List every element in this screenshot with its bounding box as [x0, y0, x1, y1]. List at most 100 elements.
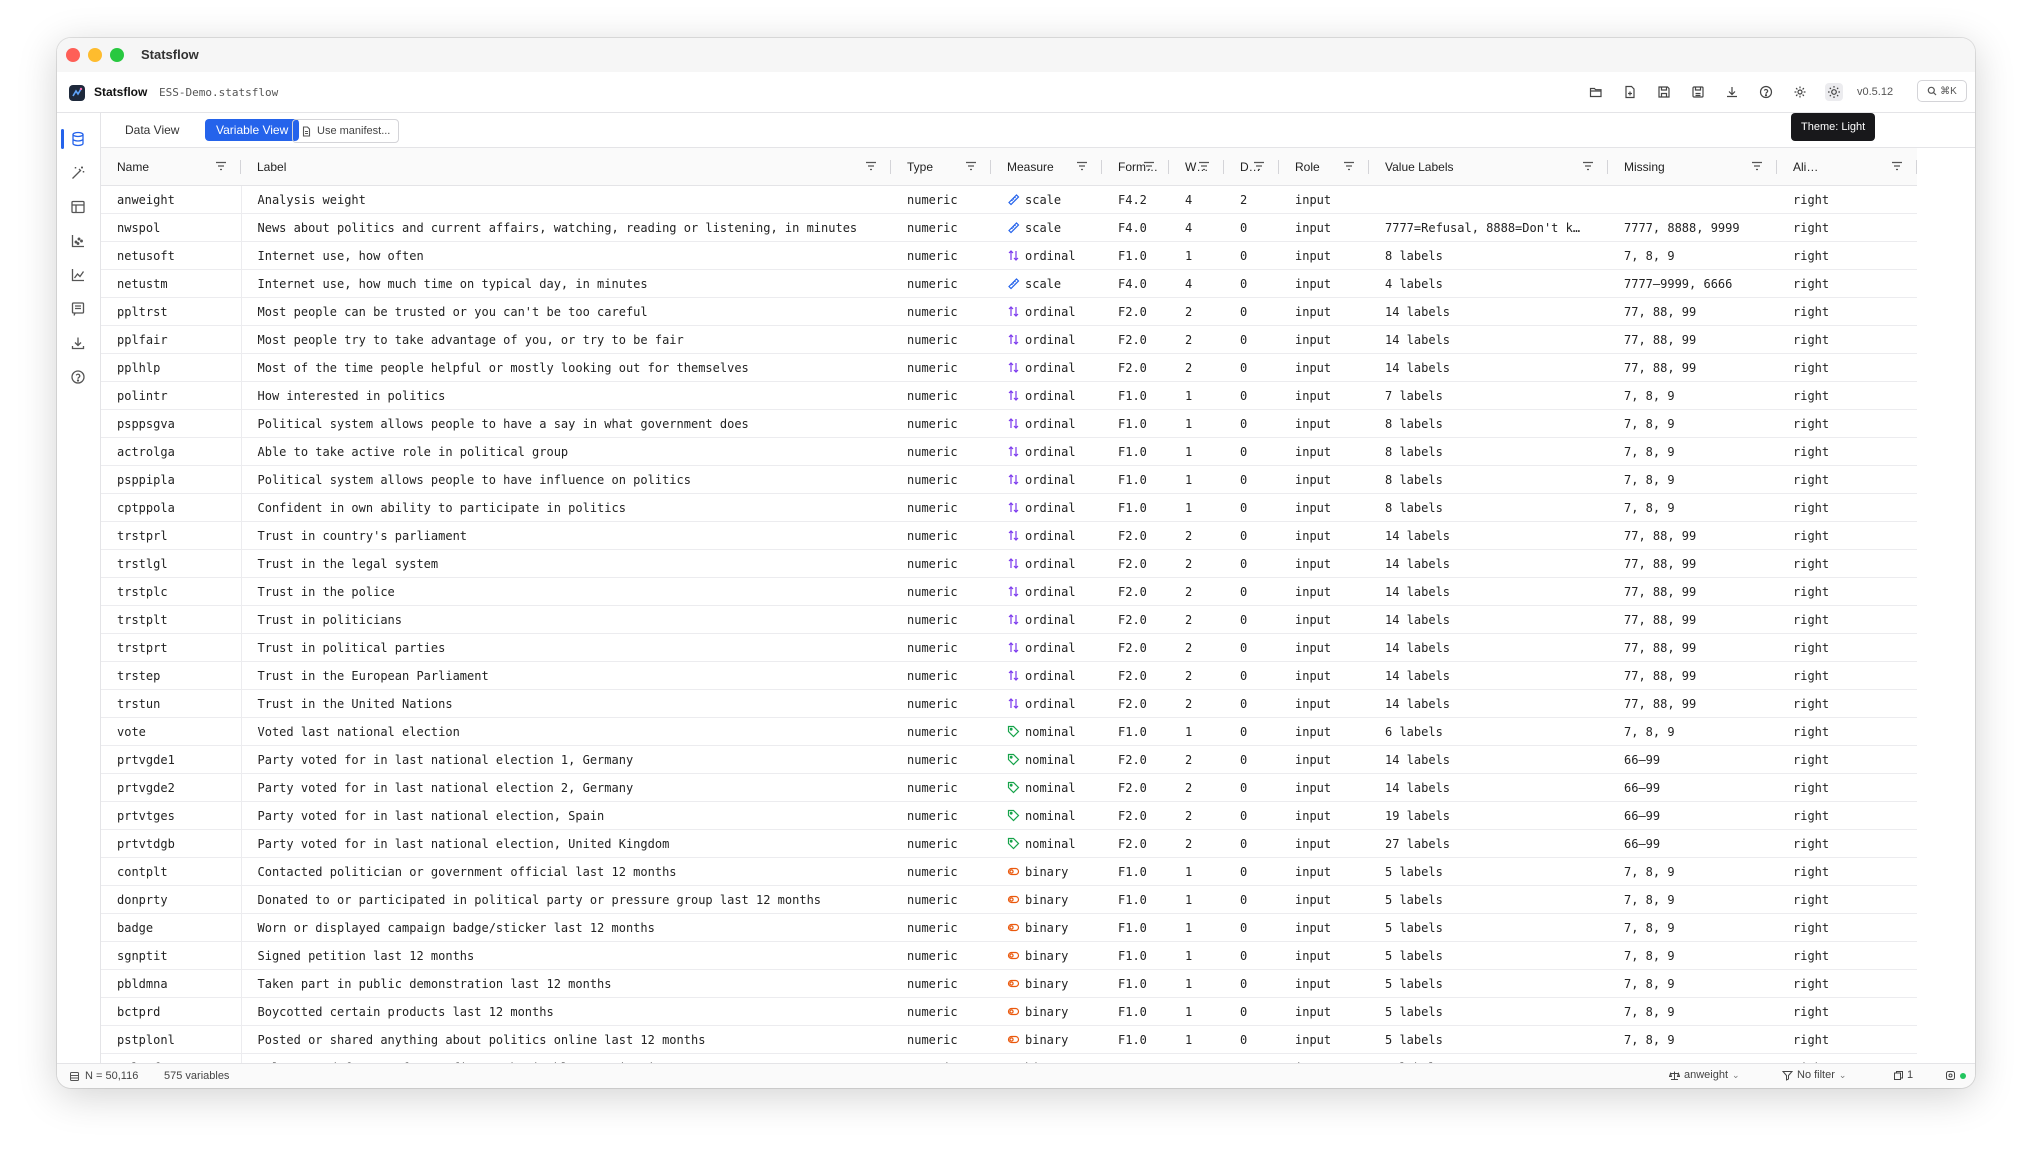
cell-type[interactable]: numeric — [891, 885, 991, 914]
cell-measure[interactable]: nominal — [991, 773, 1102, 802]
cell-format[interactable]: F1.0 — [1102, 409, 1169, 438]
cell-align[interactable]: right — [1777, 885, 1917, 914]
cell-decimals[interactable]: 0 — [1224, 605, 1279, 634]
download-icon[interactable] — [1723, 83, 1741, 101]
new-file-icon[interactable] — [1621, 83, 1639, 101]
cell-width[interactable]: 1 — [1169, 997, 1224, 1026]
cell-width[interactable]: 2 — [1169, 577, 1224, 606]
cell-value-labels[interactable]: 19 labels — [1369, 801, 1608, 830]
cell-value-labels[interactable]: 14 labels — [1369, 325, 1608, 354]
cell-value-labels[interactable]: 8 labels — [1369, 493, 1608, 522]
cell-value-labels[interactable]: 7777=Refusal, 8888=Don't k… — [1369, 213, 1608, 242]
cell-align[interactable]: right — [1777, 577, 1917, 606]
cell-format[interactable]: F2.0 — [1102, 689, 1169, 718]
cell-role[interactable]: input — [1279, 325, 1369, 354]
cell-type[interactable]: numeric — [891, 213, 991, 242]
cell-decimals[interactable]: 0 — [1224, 549, 1279, 578]
cell-role[interactable]: input — [1279, 941, 1369, 970]
table-row[interactable]: trstlgl Trust in the legal system numeric o… — [101, 549, 1917, 578]
cell-format[interactable]: F2.0 — [1102, 745, 1169, 774]
cell-width[interactable]: 4 — [1169, 185, 1224, 214]
theme-sun-icon[interactable] — [1825, 83, 1843, 101]
cell-name[interactable]: pplfair — [101, 325, 242, 354]
cell-type[interactable]: numeric — [891, 465, 991, 494]
column-header-9[interactable]: Missing — [1608, 148, 1777, 186]
cell-value-labels[interactable]: 5 labels — [1369, 1025, 1608, 1054]
cell-decimals[interactable]: 0 — [1224, 633, 1279, 662]
cell-align[interactable]: right — [1777, 549, 1917, 578]
cell-name[interactable]: nwspol — [101, 213, 242, 242]
column-resize-handle[interactable] — [1916, 160, 1917, 174]
table-row[interactable]: contplt Contacted politician or governmen… — [101, 857, 1917, 886]
table-row[interactable]: prtvgde1 Party voted for in last national… — [101, 745, 1917, 774]
cell-align[interactable]: right — [1777, 409, 1917, 438]
cell-format[interactable]: F1.0 — [1102, 381, 1169, 410]
table-row[interactable]: actrolga Able to take active role in poli… — [101, 437, 1917, 466]
cell-align[interactable]: right — [1777, 465, 1917, 494]
cell-label[interactable]: News about politics and current affairs,… — [241, 213, 891, 242]
cell-format[interactable]: F2.0 — [1102, 605, 1169, 634]
column-filter-icon[interactable] — [1143, 160, 1155, 174]
tab-data-view[interactable]: Data View — [114, 119, 190, 141]
cell-measure[interactable]: ordinal — [991, 353, 1102, 382]
column-header-3[interactable]: Measure — [991, 148, 1102, 186]
cell-width[interactable]: 1 — [1169, 717, 1224, 746]
cell-decimals[interactable]: 0 — [1224, 997, 1279, 1026]
cell-value-labels[interactable]: 5 labels — [1369, 857, 1608, 886]
table-row[interactable]: psppsgva Political system allows people t… — [101, 409, 1917, 438]
cell-missing[interactable]: 77, 88, 99 — [1608, 521, 1777, 550]
column-header-2[interactable]: Type — [891, 148, 991, 186]
cell-value-labels[interactable]: 5 labels — [1369, 997, 1608, 1026]
cell-value-labels[interactable]: 14 labels — [1369, 633, 1608, 662]
cell-value-labels[interactable]: 14 labels — [1369, 353, 1608, 382]
cell-measure[interactable]: ordinal — [991, 381, 1102, 410]
cell-format[interactable]: F4.0 — [1102, 213, 1169, 242]
cell-align[interactable]: right — [1777, 493, 1917, 522]
table-row[interactable]: sgnptit Signed petition last 12 months num… — [101, 941, 1917, 970]
report-icon[interactable] — [69, 300, 87, 318]
column-header-6[interactable]: D… — [1224, 148, 1279, 186]
cell-label[interactable]: Trust in political parties — [241, 633, 891, 662]
cell-name[interactable]: volunfp — [101, 1053, 242, 1063]
cell-measure[interactable]: binary — [991, 1053, 1102, 1063]
cell-format[interactable]: F1.0 — [1102, 1053, 1169, 1063]
cell-missing[interactable]: 7, 8, 9 — [1608, 409, 1777, 438]
cell-name[interactable]: cptppola — [101, 493, 242, 522]
column-filter-icon[interactable] — [965, 160, 977, 174]
cell-decimals[interactable]: 0 — [1224, 689, 1279, 718]
cell-decimals[interactable]: 0 — [1224, 661, 1279, 690]
cell-label[interactable]: Signed petition last 12 months — [241, 941, 891, 970]
cell-role[interactable]: input — [1279, 997, 1369, 1026]
cell-width[interactable]: 2 — [1169, 689, 1224, 718]
cell-missing[interactable]: 7, 8, 9 — [1608, 465, 1777, 494]
help-circle-icon[interactable] — [69, 368, 87, 386]
cell-align[interactable]: right — [1777, 717, 1917, 746]
cell-decimals[interactable]: 0 — [1224, 409, 1279, 438]
cell-decimals[interactable]: 0 — [1224, 353, 1279, 382]
cell-format[interactable]: F2.0 — [1102, 773, 1169, 802]
cell-name[interactable]: contplt — [101, 857, 242, 886]
table-row[interactable]: pplfair Most people try to take advantage… — [101, 325, 1917, 354]
column-filter-icon[interactable] — [865, 160, 877, 174]
table-row[interactable]: vote Voted last national election numeric n… — [101, 717, 1917, 746]
table-row[interactable]: nwspol News about politics and current af… — [101, 213, 1917, 242]
cell-format[interactable]: F1.0 — [1102, 997, 1169, 1026]
close-window-button[interactable] — [66, 48, 80, 62]
cell-type[interactable]: numeric — [891, 381, 991, 410]
cell-missing[interactable]: 77, 88, 99 — [1608, 577, 1777, 606]
cell-type[interactable]: numeric — [891, 1053, 991, 1063]
cell-value-labels[interactable]: 8 labels — [1369, 241, 1608, 270]
table-row[interactable]: pplhlp Most of the time people helpful or… — [101, 353, 1917, 382]
cell-measure[interactable]: ordinal — [991, 605, 1102, 634]
cell-missing[interactable]: 7, 8, 9 — [1608, 913, 1777, 942]
cell-width[interactable]: 1 — [1169, 1025, 1224, 1054]
tab-variable-view[interactable]: Variable View — [205, 119, 300, 141]
cell-align[interactable]: right — [1777, 969, 1917, 998]
cell-label[interactable]: Volunteered for not-for-profit or charit… — [241, 1053, 891, 1063]
cell-width[interactable]: 2 — [1169, 661, 1224, 690]
cell-name[interactable]: trstplc — [101, 577, 242, 606]
cell-name[interactable]: actrolga — [101, 437, 242, 466]
output-count[interactable]: 1 — [1893, 1069, 1913, 1081]
cell-role[interactable]: input — [1279, 297, 1369, 326]
cell-label[interactable]: Taken part in public demonstration last … — [241, 969, 891, 998]
